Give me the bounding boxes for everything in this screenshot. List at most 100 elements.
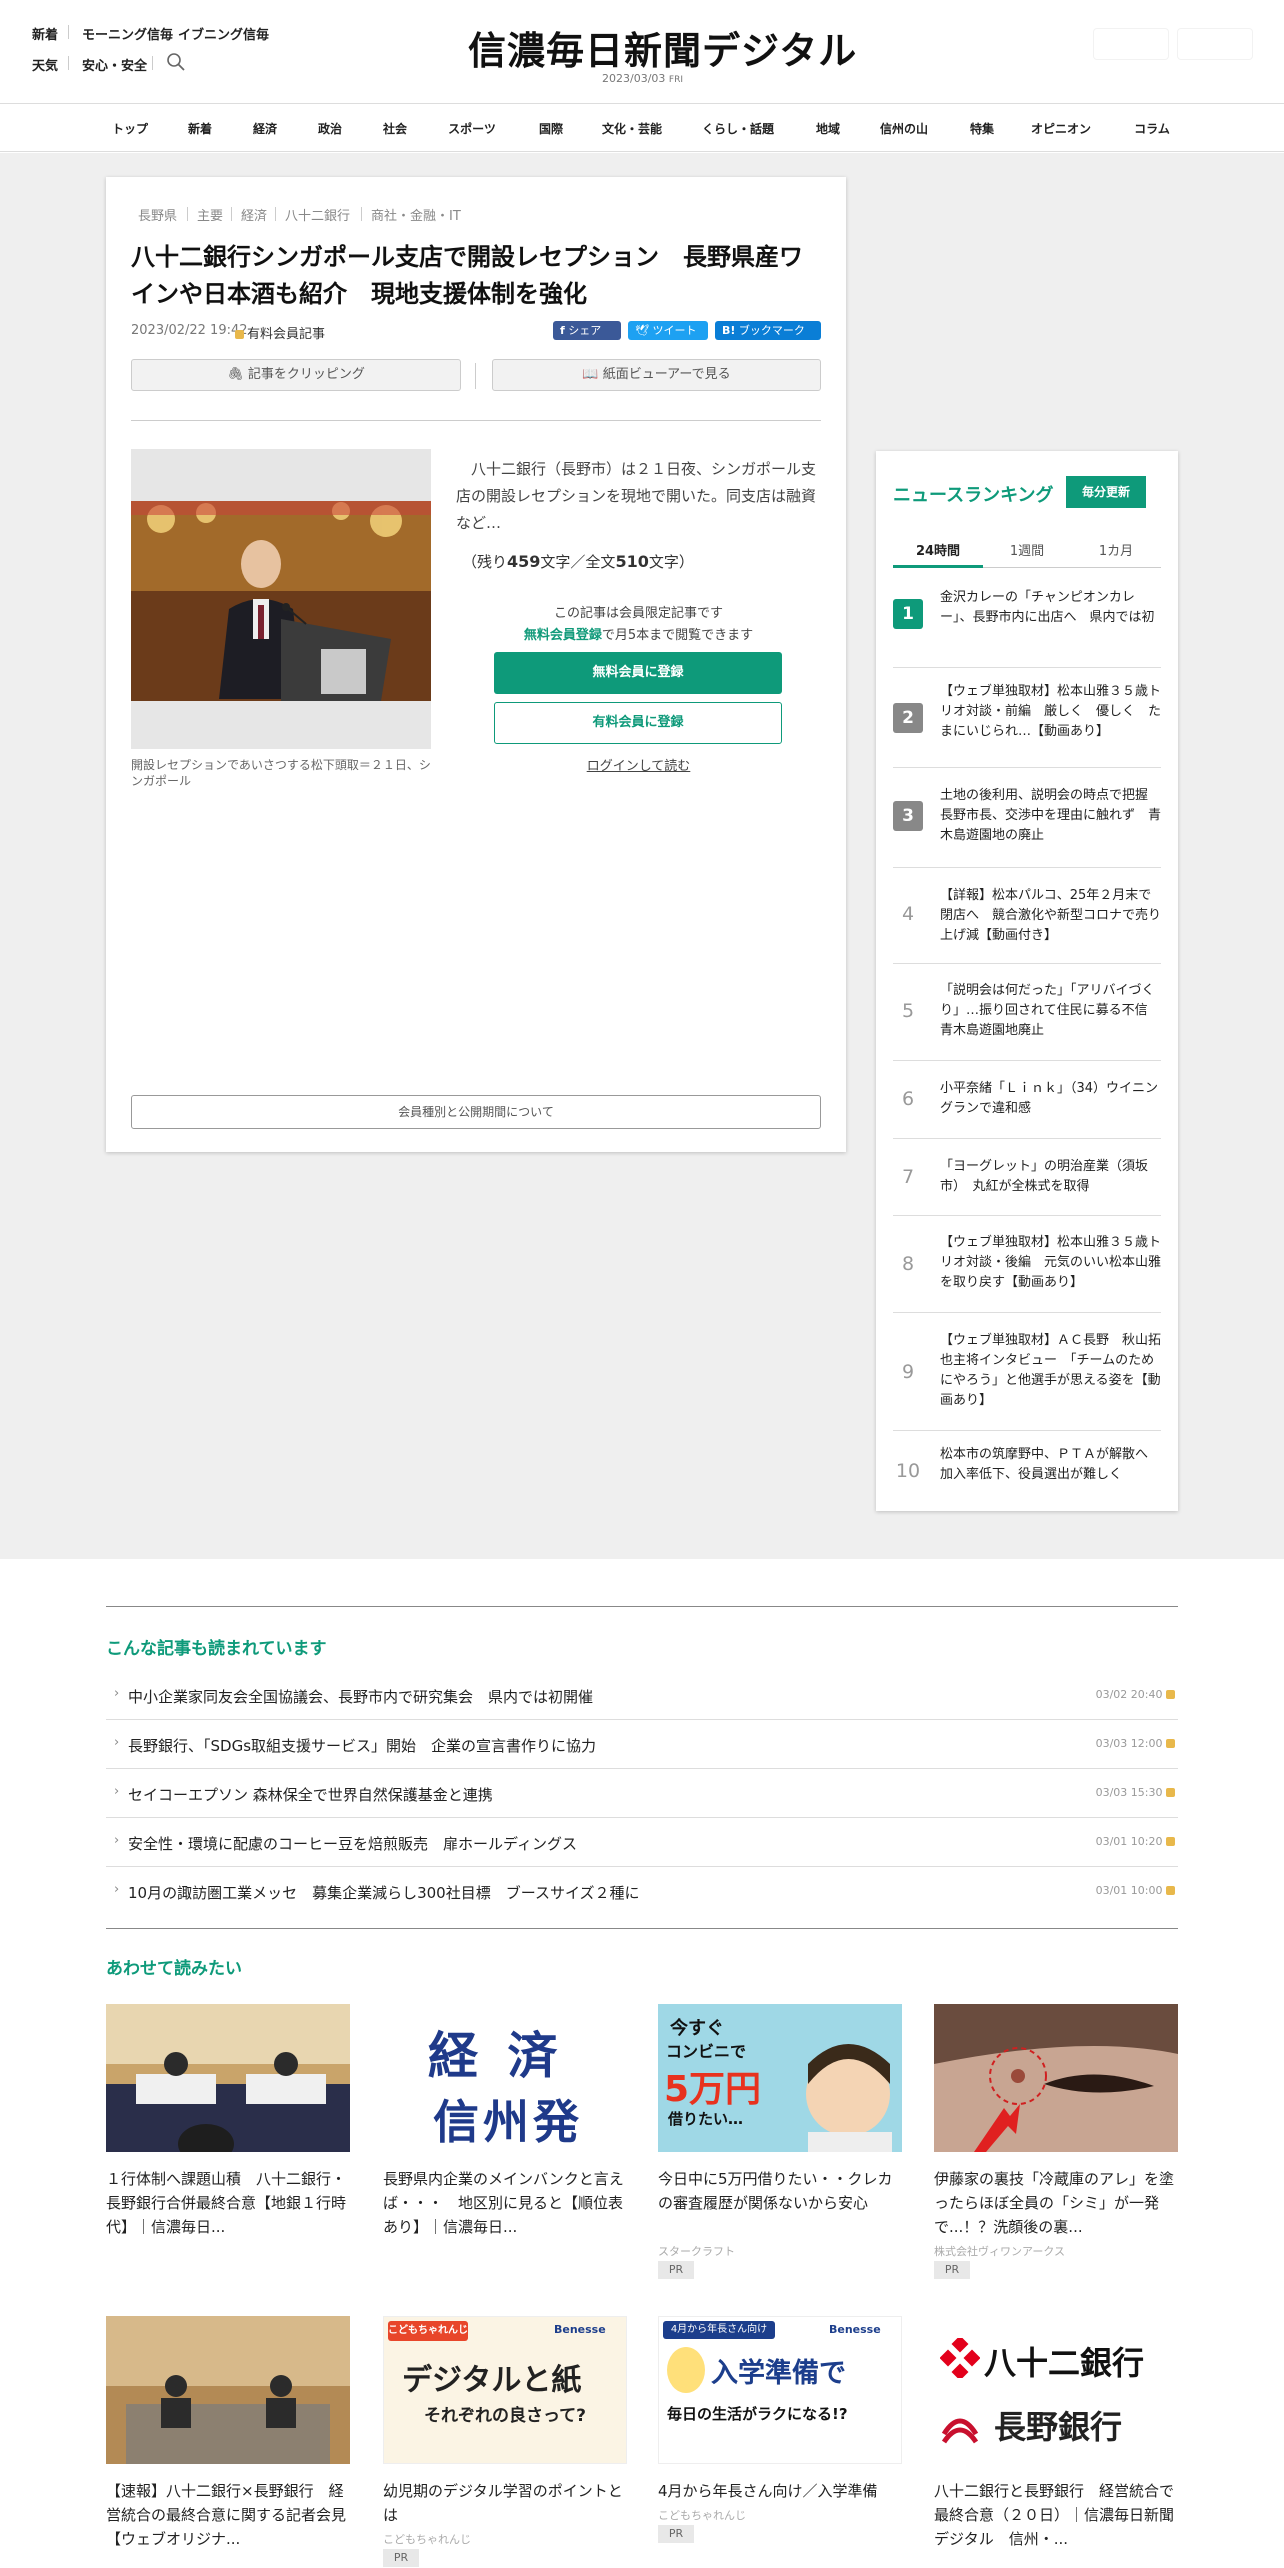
free-registration-note: 無料会員登録で月5本まで閲覧できます	[523, 628, 754, 643]
hatena-icon: B!	[722, 324, 736, 337]
header-link-new[interactable]: 新着	[32, 24, 58, 43]
image-text: デジタルと紙	[402, 2363, 582, 2398]
sponsor-name: こどもちゃれんじ	[658, 2509, 746, 2522]
nav-column[interactable]: コラム	[1134, 120, 1170, 137]
related-item-title: 中小企業家同友会全国協議会、長野市内で研究集会 県内では初開催	[128, 1688, 594, 1706]
nav-top[interactable]: トップ	[112, 120, 148, 137]
recommend-card[interactable]: 4月から年長さん向け Benesse 入学準備で 毎日の生活がラクになる!? 4…	[658, 2316, 902, 2546]
share-twitter-button[interactable]: 🕊 ツイート	[628, 321, 708, 340]
card-title: 今日中に5万円借りたい・・クレカの審査履歴が関係ないから安心	[658, 2170, 893, 2212]
ranking-item-text: 松本市の筑摩野中、ＰＴＡが解散へ 加入率低下、役員選出が難しく	[940, 1447, 1162, 1482]
tag-82bank[interactable]: 八十二銀行	[285, 205, 350, 224]
recommend-card[interactable]: 八十二銀行 長野銀行 八十二銀行と長野銀行 経営統合で最終合意（２０日）｜信濃毎…	[934, 2316, 1178, 2556]
header-link-safety[interactable]: 安心・安全	[82, 55, 147, 74]
ranking-item[interactable]: 7 「ヨーグレット」の明治産業（須坂市） 丸紅が全株式を取得	[893, 1139, 1161, 1216]
nav-economy[interactable]: 経済	[253, 120, 277, 137]
photo-caption: 開設レセプションであいさつする松下頭取＝２１日、シンガポール	[131, 758, 431, 788]
recommend-card[interactable]: 【速報】八十二銀行×長野銀行 経営統合の最終合意に関する記者会見【ウェブオリジナ…	[106, 2316, 350, 2556]
login-link[interactable]: ログインして読む	[456, 755, 821, 774]
recommend-card[interactable]: １行体制へ課題山積 八十二銀行・長野銀行合併最終合意【地銀１行時代】｜信濃毎日.…	[106, 2004, 350, 2236]
recommend-card[interactable]: 伊藤家の裏技「冷蔵庫のアレ」を塗ったらほぼ全員の「シミ」が一発で...！？洗顔後…	[934, 2004, 1178, 2284]
nav-sports[interactable]: スポーツ	[448, 120, 496, 137]
nav-life[interactable]: くらし・話題	[702, 120, 774, 137]
image-text: 4月から年長さん向け	[663, 2321, 775, 2339]
faded-header-button[interactable]	[1093, 28, 1169, 60]
card-title: 伊藤家の裏技「冷蔵庫のアレ」を塗ったらほぼ全員の「シミ」が一発で...！？洗顔後…	[934, 2170, 1175, 2236]
image-text: 経 済	[428, 2026, 564, 2085]
nav-politics[interactable]: 政治	[318, 120, 342, 137]
ranking-item[interactable]: 5 「説明会は何だった」「アリバイづくり」…振り回されて住民に募る不信 青木島遊…	[893, 964, 1161, 1061]
nav-features[interactable]: 特集	[970, 120, 994, 137]
also-read-heading: あわせて読みたい	[106, 1959, 242, 1979]
tag-finance[interactable]: 商社・金融・IT	[371, 205, 461, 224]
benesse-logo: Benesse	[554, 2323, 606, 2336]
search-icon[interactable]	[166, 52, 186, 72]
faded-header-button[interactable]	[1177, 28, 1253, 60]
ranking-item-text: 土地の後利用、説明会の時点で把握 長野市長、交渉中を理由に触れず 青木島遊園地の…	[940, 788, 1162, 843]
ranking-item[interactable]: 6 小平奈緒「Ｌｉｎｋ」（34）ウイニングランで違和感	[893, 1061, 1161, 1139]
ranking-item[interactable]: 3 土地の後利用、説明会の時点で把握 長野市長、交渉中を理由に触れず 青木島遊園…	[893, 768, 1161, 868]
share-facebook-button[interactable]: f シェア	[553, 321, 621, 340]
site-logo[interactable]: 信濃毎日新聞デジタル	[468, 20, 857, 75]
paper-viewer-button[interactable]: 📖 紙面ビューアーで見る	[492, 359, 821, 391]
ranking-item[interactable]: 4 【詳報】松本パルコ、25年２月末で閉店へ 競合激化や新型コロナで売り上げ減【…	[893, 868, 1161, 964]
ranking-item-text: 小平奈緒「Ｌｉｎｋ」（34）ウイニングランで違和感	[940, 1081, 1159, 1116]
card-image: 経 済 信州発	[383, 2004, 627, 2152]
ranking-item[interactable]: 2 【ウェブ単独取材】松本山雅３５歳トリオ対談・前編 厳しく 優しく たまにいじ…	[893, 668, 1161, 768]
rank-number: 4	[901, 903, 915, 925]
register-free-button[interactable]: 無料会員に登録	[494, 652, 782, 694]
recommend-card[interactable]: こどもちゃれんじ Benesse デジタルと紙 それぞれの良さって? 幼児期のデ…	[383, 2316, 627, 2568]
clip-article-button[interactable]: 🖇 記事をクリッピング	[131, 359, 461, 391]
related-item[interactable]: › 安全性・環境に配慮のコーヒー豆を焙煎販売 扉ホールディングス 03/01 1…	[106, 1818, 1178, 1867]
recommend-card[interactable]: 今すぐ コンビニで 5万円 借りたい… 今日中に5万円借りたい・・クレカの審査履…	[658, 2004, 902, 2284]
article-title: 八十二銀行シンガポール支店で開設レセプション 長野県産ワインや日本酒も紹介 現地…	[131, 243, 803, 308]
book-icon: 📖	[582, 367, 599, 382]
article-lead: 八十二銀行（長野市）は２１日夜、シンガポール支店の開設レセプションを現地で開いた…	[456, 460, 817, 532]
hatena-bookmark-button[interactable]: B! ブックマーク	[715, 321, 821, 340]
nav-mountains[interactable]: 信州の山	[880, 120, 928, 137]
tag-economy[interactable]: 経済	[241, 205, 267, 224]
header-link-morning[interactable]: モーニング信毎	[82, 24, 173, 43]
register-paid-button[interactable]: 有料会員に登録	[494, 702, 782, 744]
rank-number: 6	[901, 1088, 915, 1110]
card-image: こどもちゃれんじ Benesse デジタルと紙 それぞれの良さって?	[383, 2316, 627, 2464]
recommend-card[interactable]: 経 済 信州発 長野県内企業のメインバンクと言えば・・・ 地区別に見ると【順位表…	[383, 2004, 627, 2236]
article-photo[interactable]	[131, 449, 431, 749]
ranking-item-text: 【ウェブ単独取材】ＡＣ長野 秋山拓也主将インタビュー 「チームのためにやろう」と…	[940, 1333, 1162, 1408]
related-item-title: 長野銀行、「SDGs取組支援サービス」開始 企業の宣言書作りに協力	[128, 1737, 597, 1755]
benesse-logo: Benesse	[829, 2323, 881, 2336]
nav-society[interactable]: 社会	[383, 120, 407, 137]
related-item[interactable]: › 長野銀行、「SDGs取組支援サービス」開始 企業の宣言書作りに協力 03/0…	[106, 1720, 1178, 1769]
nav-opinion[interactable]: オピニオン	[1031, 120, 1091, 137]
tab-24h[interactable]: 24時間	[893, 540, 983, 559]
free-registration-link[interactable]: 無料会員登録	[524, 628, 602, 643]
card-title: 長野県内企業のメインバンクと言えば・・・ 地区別に見ると【順位表あり】｜信濃毎日…	[383, 2170, 624, 2236]
lock-icon	[1166, 1739, 1175, 1748]
related-item[interactable]: › 中小企業家同友会全国協議会、長野市内で研究集会 県内では初開催 03/02 …	[106, 1671, 1178, 1720]
rank-number: 3	[893, 801, 923, 831]
header-link-weather[interactable]: 天気	[32, 55, 58, 74]
related-item[interactable]: › セイコーエプソン 森林保全で世界自然保護基金と連携 03/03 15:30	[106, 1769, 1178, 1818]
tab-1week[interactable]: 1週間	[982, 540, 1072, 559]
ranking-item[interactable]: 1 金沢カレーの「チャンピオンカレー」、長野市内に出店へ 県内では初	[893, 569, 1161, 668]
ranking-item[interactable]: 9 【ウェブ単独取材】ＡＣ長野 秋山拓也主将インタビュー 「チームのためにやろう…	[893, 1313, 1161, 1431]
tag-main[interactable]: 主要	[197, 205, 223, 224]
ranking-item[interactable]: 8 【ウェブ単独取材】松本山雅３５歳トリオ対談・後編 元気のいい松本山雅を取り戻…	[893, 1216, 1161, 1313]
nav-culture[interactable]: 文化・芸能	[602, 120, 662, 137]
card-image: 今すぐ コンビニで 5万円 借りたい…	[658, 2004, 902, 2152]
tab-1month[interactable]: 1カ月	[1071, 540, 1161, 559]
remaining-chars: （残り459文字／全文510文字）	[462, 552, 694, 571]
ranking-item[interactable]: 10 松本市の筑摩野中、ＰＴＡが解散へ 加入率低下、役員選出が難しく	[893, 1431, 1161, 1511]
related-item-date: 03/03 12:00	[1096, 1737, 1178, 1750]
membership-info-button[interactable]: 会員種別と公開期間について	[131, 1095, 821, 1129]
chevron-right-icon: ›	[114, 1735, 120, 1750]
nav-new[interactable]: 新着	[188, 120, 212, 137]
divider	[68, 56, 69, 70]
nav-region[interactable]: 地域	[816, 120, 840, 137]
header-link-evening[interactable]: イブニング信毎	[178, 24, 269, 43]
image-text: 今すぐ	[670, 2018, 724, 2039]
related-item[interactable]: › 10月の諏訪圏工業メッセ 募集企業減らし300社目標 ブースサイズ２種に 0…	[106, 1867, 1178, 1916]
active-tab-indicator	[893, 565, 983, 568]
tag-nagano[interactable]: 長野県	[138, 205, 177, 224]
nav-international[interactable]: 国際	[539, 120, 563, 137]
